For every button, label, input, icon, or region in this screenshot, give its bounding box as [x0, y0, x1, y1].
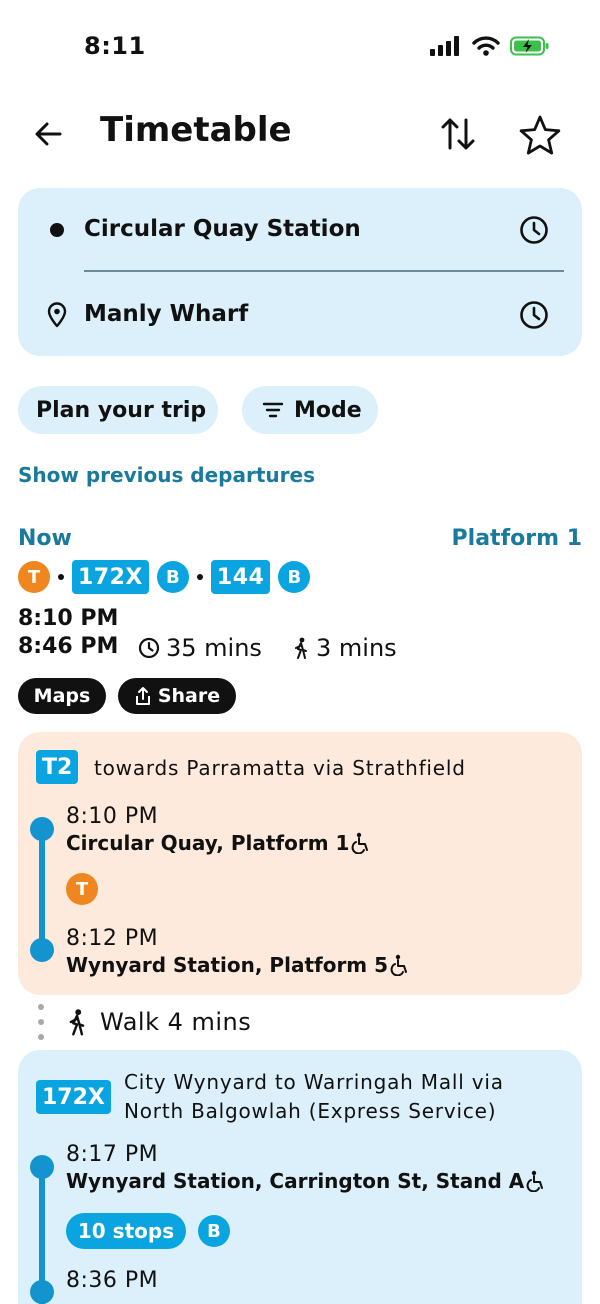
stop-name-text: Circular Quay, Platform 1 [66, 831, 350, 855]
leg-heading-line-2: North Balgowlah (Express Service) [124, 1099, 497, 1123]
stop-name-text: Wynyard Station, Carrington St, Stand A [66, 1169, 525, 1193]
destination-field[interactable]: Manly Wharf [84, 301, 248, 327]
plan-trip-label: Plan your trip [36, 397, 207, 423]
train-mode-icon: T [66, 873, 98, 905]
leg-heading: towards Parramatta via Strathfield [94, 756, 466, 780]
wheelchair-accessible-icon [526, 1170, 544, 1192]
stop-name: Circular Quay, Platform 1 [66, 831, 371, 855]
bus-mode-icon: B [278, 561, 311, 593]
separator-dot [196, 574, 203, 580]
plan-trip-chip[interactable]: Plan your trip [18, 386, 218, 434]
line-badge: 172X [36, 1080, 111, 1114]
stop-time: 8:10 PM [66, 804, 159, 829]
top-app-bar: Timetable [0, 100, 600, 170]
back-arrow-icon[interactable] [30, 116, 66, 152]
walk-text: Walk 4 mins [100, 1008, 252, 1036]
timeline-stop-dot [30, 1280, 54, 1304]
bus-mode-icon: B [198, 1215, 230, 1247]
timeline-stop-dot [30, 938, 54, 962]
wheelchair-accessible-icon [352, 832, 369, 854]
route-card: Circular Quay Station Manly Wharf [18, 188, 582, 356]
maps-label: Maps [33, 685, 91, 707]
stop-time: 8:36 PM [66, 1268, 159, 1293]
status-time: 8:11 [84, 32, 146, 60]
intermediate-stops-button[interactable]: 10 stops [66, 1213, 186, 1249]
status-bar: 8:11 [0, 0, 600, 96]
walk-dotted-line [38, 1004, 44, 1044]
walk-segment: Walk 4 mins [0, 998, 600, 1048]
wifi-icon [472, 36, 500, 56]
leg-heading-line-1: City Wynyard to Warringah Mall via [124, 1070, 504, 1094]
timeline-stop-dot [30, 817, 54, 841]
walking-person-icon [69, 1009, 85, 1036]
show-previous-departures-link[interactable]: Show previous departures [18, 463, 315, 487]
swap-direction-icon[interactable] [438, 114, 478, 154]
filter-icon [262, 402, 284, 418]
mode-label: Mode [294, 397, 362, 423]
walk-label: Walk 4 mins [66, 1008, 251, 1036]
stop-name: Wynyard Station, Carrington St, Stand A [66, 1169, 546, 1193]
share-label: Share [157, 685, 221, 707]
departure-when: Now [18, 526, 72, 551]
platform-label: Platform 1 [451, 526, 582, 551]
duration-value: 35 mins [166, 634, 262, 662]
origin-field[interactable]: Circular Quay Station [84, 216, 361, 242]
depart-time: 8:10 PM [18, 606, 119, 631]
stop-name-text: Wynyard Station, Platform 5 [66, 953, 389, 977]
stop-name: Wynyard Station, Platform 5 [66, 953, 410, 977]
separator-dot [58, 574, 64, 580]
maps-button[interactable]: Maps [18, 678, 106, 714]
share-button[interactable]: Share [118, 678, 236, 714]
trip-duration: 35 mins [138, 634, 262, 662]
stop-time: 8:17 PM [66, 1142, 159, 1167]
cellular-signal-icon [430, 36, 459, 56]
clock-icon [138, 637, 160, 659]
timeline-stop-dot [30, 1155, 54, 1179]
wheelchair-accessible-icon [390, 954, 408, 976]
share-icon [135, 687, 150, 705]
trip-mode-badges: T 172X B 144 B [18, 560, 311, 594]
route-badge: 172X [72, 560, 149, 594]
origin-time-clock-icon[interactable] [518, 214, 550, 246]
bus-mode-icon: B [156, 561, 189, 593]
location-pin-icon [47, 302, 67, 328]
route-badge: 144 [210, 560, 271, 594]
origin-dot-icon [50, 223, 64, 237]
bus-leg-card[interactable]: 172X City Wynyard to Warringah Mall via … [18, 1050, 582, 1304]
timeline-bar [39, 828, 45, 950]
stop-time: 8:12 PM [66, 926, 159, 951]
mode-filter-chip[interactable]: Mode [242, 386, 378, 434]
trip-walk-time: 3 mins [292, 634, 397, 662]
favourite-star-icon[interactable] [518, 114, 562, 156]
train-leg-card[interactable]: T2 towards Parramatta via Strathfield 8:… [18, 732, 582, 995]
walk-value: 3 mins [316, 634, 397, 662]
walking-person-icon [295, 637, 307, 659]
battery-charging-icon [510, 36, 549, 56]
line-badge: T2 [36, 750, 79, 784]
train-mode-icon: T [18, 561, 50, 593]
route-divider [84, 270, 564, 272]
arrive-time: 8:46 PM [18, 634, 119, 659]
page-title: Timetable [100, 110, 292, 150]
stops-count: 10 stops [77, 1219, 175, 1243]
destination-time-clock-icon[interactable] [518, 299, 550, 331]
status-icons [430, 36, 550, 56]
